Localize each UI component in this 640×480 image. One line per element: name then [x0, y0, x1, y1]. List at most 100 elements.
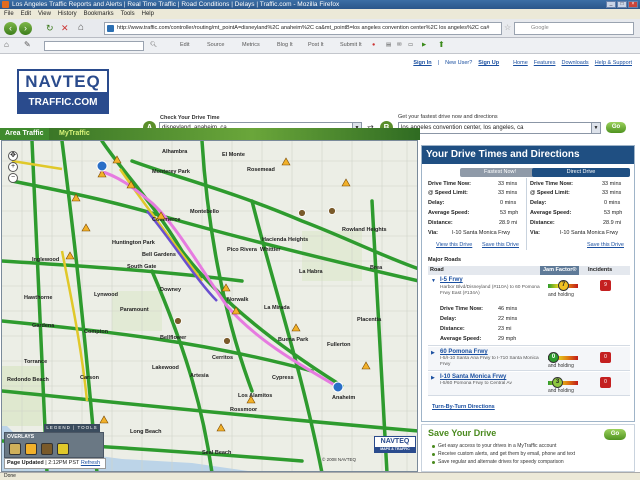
home-link[interactable]: Home: [513, 60, 528, 66]
play-icon[interactable]: ▶: [422, 42, 426, 48]
toolbar-edit[interactable]: Edit: [180, 42, 189, 48]
site-logo[interactable]: NAVTEQ TRAFFIC.COM: [17, 69, 109, 117]
sign-in-link[interactable]: Sign In: [413, 60, 431, 66]
label-avg-speed: Average Speed:: [428, 210, 470, 216]
map-label-hawthorne: Hawthorne: [24, 295, 52, 301]
site-favicon: [107, 25, 114, 32]
tab-area-traffic[interactable]: Area Traffic: [0, 128, 49, 140]
road-name[interactable]: I-10 Santa Monica Frwy: [440, 374, 506, 380]
toolbar-blog-it[interactable]: Blog It: [277, 42, 293, 48]
save-drive-link[interactable]: Save this Drive: [482, 242, 519, 248]
bookmark-star-icon[interactable]: ☆: [504, 23, 511, 32]
reload-icon[interactable]: ↻: [46, 23, 54, 34]
toolbar-submit-it[interactable]: Submit It: [340, 42, 362, 48]
overlay-roads-icon[interactable]: [9, 443, 21, 455]
menu-history[interactable]: History: [58, 9, 77, 19]
incident-count[interactable]: 0: [600, 377, 611, 388]
home-icon[interactable]: ⌂: [78, 22, 84, 33]
overlay-camera-icon[interactable]: [41, 443, 53, 455]
map-label-artesia: Artesia: [190, 373, 210, 379]
check-drive-label: Check Your Drive Time: [160, 115, 220, 121]
panel-title: Your Drive Times and Directions: [422, 146, 634, 164]
expand-icon[interactable]: ▶: [431, 350, 435, 356]
map-label-norwalk: Norwalk: [227, 297, 249, 303]
major-roads-header: Road Jam Factor® Incidents: [428, 266, 630, 275]
incident-count[interactable]: 0: [600, 352, 611, 363]
zoom-in-icon[interactable]: +: [8, 162, 18, 172]
label-speed-limit: @ Speed Limit:: [428, 190, 468, 196]
road-segment: Harbor Blvd/Disneyland (#110A) to 60 Pom…: [440, 285, 540, 296]
sign-up-link[interactable]: Sign Up: [478, 60, 499, 66]
overlay-incidents-icon[interactable]: [25, 443, 37, 455]
record-icon[interactable]: ●: [372, 42, 375, 48]
close-button[interactable]: ×: [628, 1, 638, 8]
camera-marker[interactable]: [223, 337, 231, 345]
left-speed-limit: 33 mins: [498, 190, 518, 196]
road-row[interactable]: ▶ I-10 Santa Monica Frwy I-5/60 Pomona F…: [428, 372, 630, 396]
menu-tools[interactable]: Tools: [121, 9, 135, 19]
map-brand: NAVTEQ MAPS & TRAFFIC: [374, 436, 416, 453]
help-support-link[interactable]: Help & Support: [595, 60, 632, 66]
to-input[interactable]: los angeles convention center, los angel…: [398, 122, 601, 134]
legend-tools-bar[interactable]: LEGEND | TOOLS: [44, 424, 100, 432]
maximize-button[interactable]: □: [617, 1, 627, 8]
menu-bookmarks[interactable]: Bookmarks: [84, 9, 114, 19]
search-placeholder: Google: [531, 25, 549, 31]
collapse-icon[interactable]: ▼: [431, 278, 436, 284]
features-link[interactable]: Features: [534, 60, 556, 66]
downloads-link[interactable]: Downloads: [561, 60, 588, 66]
to-dropdown-icon[interactable]: ▼: [591, 123, 600, 133]
road-name[interactable]: I-5 Frwy: [440, 277, 463, 283]
view-drive-link[interactable]: View this Drive: [436, 242, 472, 248]
traffic-map[interactable]: Alhambra Monterey Park Montebello Pico R…: [1, 140, 418, 472]
menu-view[interactable]: View: [38, 9, 51, 19]
pencil-icon[interactable]: ✎: [24, 40, 31, 49]
toolbar-metrics[interactable]: Metrics: [242, 42, 260, 48]
toolbar-post-it[interactable]: Post It: [308, 42, 324, 48]
incident-count[interactable]: 9: [600, 280, 611, 291]
camera-marker[interactable]: [174, 317, 182, 325]
toolbar-search-input[interactable]: [44, 41, 144, 51]
save-drive-link-right[interactable]: Save this Drive: [587, 242, 624, 248]
menu-edit[interactable]: Edit: [21, 9, 31, 19]
address-bar[interactable]: http://www.traffic.com/controller/routin…: [104, 22, 502, 35]
page-icon[interactable]: ▭: [408, 42, 413, 48]
expand-icon[interactable]: ▶: [431, 375, 435, 381]
menu-file[interactable]: File: [4, 9, 14, 19]
road-row[interactable]: ▶ 60 Pomona Frwy I-5/I-10 Santa Ana Frwy…: [428, 347, 630, 371]
overlay-construction-icon[interactable]: [57, 443, 69, 455]
overlays-label: OVERLAYS: [7, 434, 35, 440]
toolbar-source[interactable]: Source: [207, 42, 224, 48]
route-point-b-icon[interactable]: [96, 160, 108, 172]
pan-icon[interactable]: ✥: [8, 151, 18, 161]
zoom-out-icon[interactable]: −: [8, 173, 18, 183]
minimize-button[interactable]: _: [606, 1, 616, 8]
menu-help[interactable]: Help: [142, 9, 154, 19]
camera-marker[interactable]: [328, 207, 336, 215]
refresh-link[interactable]: Refresh: [81, 460, 100, 466]
search-input[interactable]: Google: [514, 22, 634, 35]
map-label-brea: Brea: [370, 265, 383, 271]
save-drive-title: Save Your Drive: [428, 428, 497, 438]
forward-icon[interactable]: ›: [19, 22, 32, 35]
go-button[interactable]: Go: [606, 122, 626, 133]
map-label-south-gate: South Gate: [127, 264, 156, 270]
magnify-icon[interactable]: 🔍︎: [150, 42, 157, 48]
save-go-button[interactable]: Go: [604, 429, 626, 440]
map-label-la-habra: La Habra: [299, 269, 323, 275]
road-name[interactable]: 60 Pomona Frwy: [440, 349, 488, 355]
map-label-el-monte: El Monte: [222, 152, 245, 158]
turn-by-turn-link[interactable]: Turn-By-Turn Directions: [432, 404, 495, 410]
overlays-panel: OVERLAYS: [4, 432, 104, 458]
mail-icon[interactable]: ✉: [397, 42, 402, 48]
back-icon[interactable]: ‹: [4, 22, 17, 35]
route-point-a-icon[interactable]: [332, 381, 344, 393]
camera-marker[interactable]: [298, 209, 306, 217]
home-small-icon[interactable]: ⌂: [4, 40, 9, 49]
road-row-expanded[interactable]: ▼ I-5 Frwy Harbor Blvd/Disneyland (#110A…: [428, 276, 630, 346]
tab-my-traffic[interactable]: MyTraffic: [54, 128, 95, 140]
upload-icon[interactable]: ⬆: [438, 40, 445, 49]
stop-icon[interactable]: ✕: [61, 23, 69, 34]
detail-drive-time: 46 mins: [498, 306, 518, 312]
print-icon[interactable]: ▤: [386, 42, 391, 48]
